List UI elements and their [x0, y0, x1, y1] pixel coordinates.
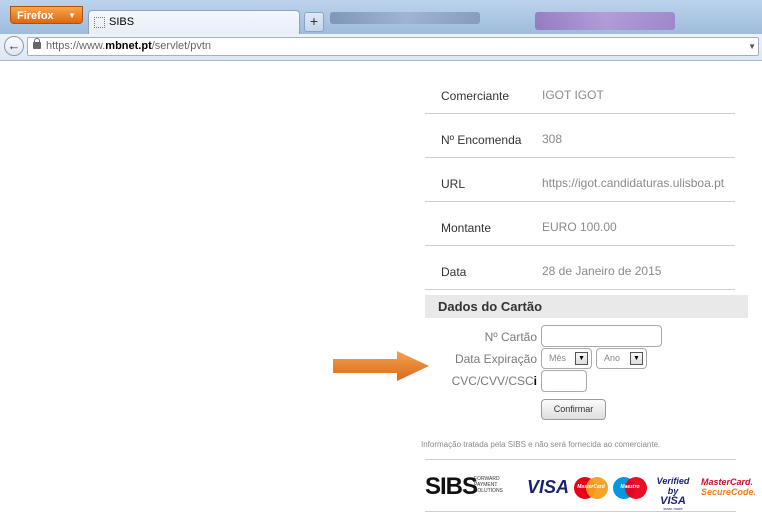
visa-logo: VISA [527, 477, 570, 497]
row-value: 28 de Janeiro de 2015 [542, 264, 662, 278]
maestro-logo-text: Maestro [620, 484, 640, 490]
row-value: 308 [542, 132, 563, 146]
card-number-input[interactable] [541, 325, 662, 347]
securecode-line-2: SecureCode. [701, 487, 757, 497]
cvc-input[interactable] [541, 370, 587, 392]
cvc-label: CVC/CVV/CSCi [417, 374, 537, 388]
page-favicon-icon [94, 17, 105, 28]
url-bar[interactable]: https://www.mbnet.pt/servlet/pvtn ▼ [27, 37, 759, 56]
row-label: Comerciante [441, 89, 510, 103]
info-icon[interactable]: i [534, 374, 537, 388]
row-value: EURO 100.00 [542, 220, 617, 234]
divider [425, 459, 736, 460]
back-arrow-icon: ← [7, 38, 21, 53]
row-value: https://igot.candidaturas.ulisboa.pt [542, 176, 725, 190]
row-value: IGOT IGOT [542, 88, 604, 102]
url-domain: mbnet.pt [105, 40, 152, 52]
order-row-amount: Montante EURO 100.00 [425, 202, 735, 246]
order-summary: Comerciante IGOT IGOT Nº Encomenda 308 U… [425, 70, 735, 290]
chevron-down-icon: ▼ [630, 352, 643, 365]
tab-sibs[interactable]: SIBS [88, 10, 300, 34]
order-row-order-number: Nº Encomenda 308 [425, 114, 735, 158]
expiry-label: Data Expiração [454, 352, 537, 366]
navigation-bar: ← https://www.mbnet.pt/servlet/pvtn ▼ [0, 34, 762, 61]
row-label: Data [441, 265, 467, 279]
expiry-year-value: Ano [604, 353, 621, 363]
mastercard-logo-text: MasterCard [577, 484, 605, 490]
blurred-tab[interactable] [330, 12, 480, 24]
row-label: Nº Encomenda [441, 133, 522, 147]
securecode-line-1: MasterCard. [701, 477, 754, 487]
confirm-button[interactable]: Confirmar [541, 399, 606, 420]
orange-arrow-icon [333, 351, 429, 381]
verified-by-text: Verified by [656, 476, 690, 496]
tab-bar: Firefox ▼ SIBS + [0, 0, 762, 34]
url-dropdown-icon[interactable]: ▼ [748, 38, 756, 55]
tab-title: SIBS [109, 16, 135, 28]
verified-visa-text: VISA [660, 495, 686, 507]
order-row-url: URL https://igot.candidaturas.ulisboa.pt [425, 158, 735, 202]
chevron-down-icon: ▼ [575, 352, 588, 365]
expiry-year-select[interactable]: Ano ▼ [596, 348, 647, 369]
mastercard-securecode-logo: MasterCard. SecureCode. [701, 477, 756, 497]
sibs-logo-text: SIBS [425, 473, 478, 500]
divider [425, 511, 736, 512]
row-label: URL [441, 177, 466, 191]
expiry-month-value: Mês [549, 353, 567, 363]
card-section-title: Dados do Cartão [425, 295, 748, 318]
verified-by-visa-logo: Verified by VISA learn more [651, 476, 695, 511]
new-tab-button[interactable]: + [304, 12, 324, 32]
lock-icon [33, 38, 41, 49]
sibs-logo: SIBS FORWARD PAYMENT SOLUTIONS [425, 473, 521, 503]
order-row-date: Data 28 de Janeiro de 2015 [425, 246, 735, 290]
cvc-label-text: CVC/CVV/CSC [451, 374, 534, 388]
sibs-tagline-line: SOLUTIONS [474, 488, 503, 494]
order-row-merchant: Comerciante IGOT IGOT [425, 70, 735, 114]
firefox-menu-label: Firefox [17, 10, 54, 22]
maestro-logo: Maestro [613, 477, 647, 499]
back-button[interactable]: ← [4, 36, 24, 56]
expiry-month-select[interactable]: Mês ▼ [541, 348, 592, 369]
sibs-tagline: FORWARD PAYMENT SOLUTIONS [474, 476, 503, 494]
card-number-label: Nº Cartão [484, 330, 537, 344]
url-prefix: https://www. [46, 40, 106, 52]
row-label: Montante [441, 221, 492, 235]
blurred-tab-highlighted[interactable] [535, 12, 675, 30]
firefox-menu-button[interactable]: Firefox ▼ [10, 6, 83, 24]
url-path: /servlet/pvtn [151, 40, 212, 52]
chevron-down-icon: ▼ [68, 11, 76, 20]
mastercard-logo: MasterCard [574, 477, 608, 499]
privacy-notice: Informação tratada pela SIBS e não será … [421, 440, 661, 449]
